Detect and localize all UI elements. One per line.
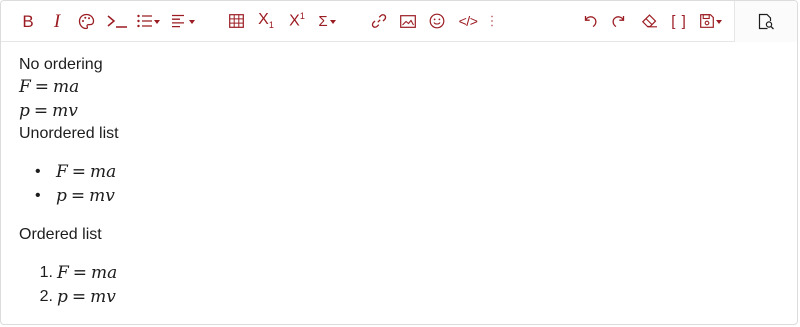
link-icon <box>371 14 387 28</box>
formula-lhs: p <box>19 101 30 121</box>
save-icon <box>700 14 714 28</box>
save-button[interactable] <box>697 9 725 33</box>
table-icon <box>228 14 244 28</box>
number-marker: 1. <box>39 264 53 281</box>
more-vertical-icon <box>491 15 493 27</box>
more-button[interactable] <box>487 9 497 33</box>
subscript-icon: X1 <box>258 10 274 31</box>
italic-icon: I <box>53 10 61 32</box>
chevron-down-icon <box>716 20 722 24</box>
formula-rhs: mv <box>52 101 78 121</box>
table-button[interactable] <box>227 9 245 33</box>
bullet-marker: • <box>35 163 41 180</box>
markdown-editor: B I X1 X1 Σ </> [] No ordering F = ma p… <box>0 0 798 325</box>
formula-equals: = <box>71 162 87 182</box>
link-button[interactable] <box>370 9 388 33</box>
chevron-down-icon <box>329 20 336 24</box>
formula-lhs: F <box>57 263 69 283</box>
code-icon: </> <box>458 13 478 29</box>
formula-button[interactable]: Σ <box>314 9 340 33</box>
formula-equals: = <box>33 101 49 121</box>
preview-toggle-area <box>734 1 797 42</box>
list-item: 2. p = mv <box>39 285 116 309</box>
paragraph-unordered-list: Unordered list <box>19 125 119 142</box>
bullet-marker: • <box>35 187 41 204</box>
smiley-icon <box>429 13 445 29</box>
subscript-glyph: X <box>258 10 269 28</box>
superscript-index: 1 <box>299 11 305 22</box>
clear-format-button[interactable] <box>639 9 659 33</box>
image-button[interactable] <box>399 9 417 33</box>
formula-equals: = <box>71 287 87 307</box>
bold-button[interactable]: B <box>19 9 37 33</box>
emoji-button[interactable] <box>428 9 446 33</box>
code-block-button[interactable] <box>105 9 129 33</box>
paragraph-ordered-list: Ordered list <box>19 226 102 243</box>
formula-lhs: F <box>56 162 68 182</box>
formula-lhs: F <box>19 77 31 97</box>
preview-button[interactable] <box>755 9 777 33</box>
editor-toolbar: B I X1 X1 Σ </> [] <box>1 1 797 42</box>
terminal-icon <box>107 15 127 28</box>
fullscreen-button[interactable]: [ ] <box>668 9 690 33</box>
formula-rhs: mv <box>89 186 115 206</box>
subscript-index: 1 <box>268 20 274 31</box>
formula-rhs: mv <box>90 287 116 307</box>
palette-icon <box>78 13 94 29</box>
align-left-icon <box>171 14 184 28</box>
formula-rhs: ma <box>91 263 118 283</box>
formula-equals: = <box>34 77 50 97</box>
paragraph-no-ordering: No ordering <box>19 56 103 73</box>
image-icon <box>400 14 416 28</box>
formula-lhs: p <box>56 186 67 206</box>
bold-icon: B <box>22 11 34 31</box>
brackets-icon: [ ] <box>671 12 687 30</box>
bullet-list-button[interactable] <box>135 9 161 33</box>
eraser-icon <box>641 14 657 28</box>
chevron-down-icon <box>153 20 160 24</box>
sigma-icon: Σ <box>318 12 328 30</box>
color-button[interactable] <box>76 9 96 33</box>
list-item: • F = ma <box>35 160 117 184</box>
subscript-button[interactable]: X1 <box>255 9 277 33</box>
superscript-button[interactable]: X1 <box>286 9 308 33</box>
list-item: • p = mv <box>35 184 115 208</box>
redo-icon <box>612 16 625 28</box>
align-button[interactable] <box>169 9 197 33</box>
list-icon <box>136 14 152 28</box>
number-marker: 2. <box>39 288 53 305</box>
undo-button[interactable] <box>581 9 599 33</box>
undo-icon <box>584 16 597 28</box>
formula-rhs: ma <box>53 77 80 97</box>
formula-equals: = <box>70 186 86 206</box>
preview-icon <box>758 13 774 29</box>
list-item: 1. F = ma <box>39 261 118 285</box>
redo-button[interactable] <box>610 9 628 33</box>
italic-button[interactable]: I <box>48 9 66 33</box>
html-button[interactable]: </> <box>456 9 480 33</box>
formula-rhs: ma <box>90 162 117 182</box>
formula-momentum: p = mv <box>19 99 78 123</box>
superscript-icon: X1 <box>289 12 305 29</box>
superscript-glyph: X <box>289 12 300 30</box>
chevron-down-icon <box>188 20 195 24</box>
formula-lhs: p <box>57 287 68 307</box>
formula-equals: = <box>72 263 88 283</box>
formula-force: F = ma <box>19 75 79 99</box>
